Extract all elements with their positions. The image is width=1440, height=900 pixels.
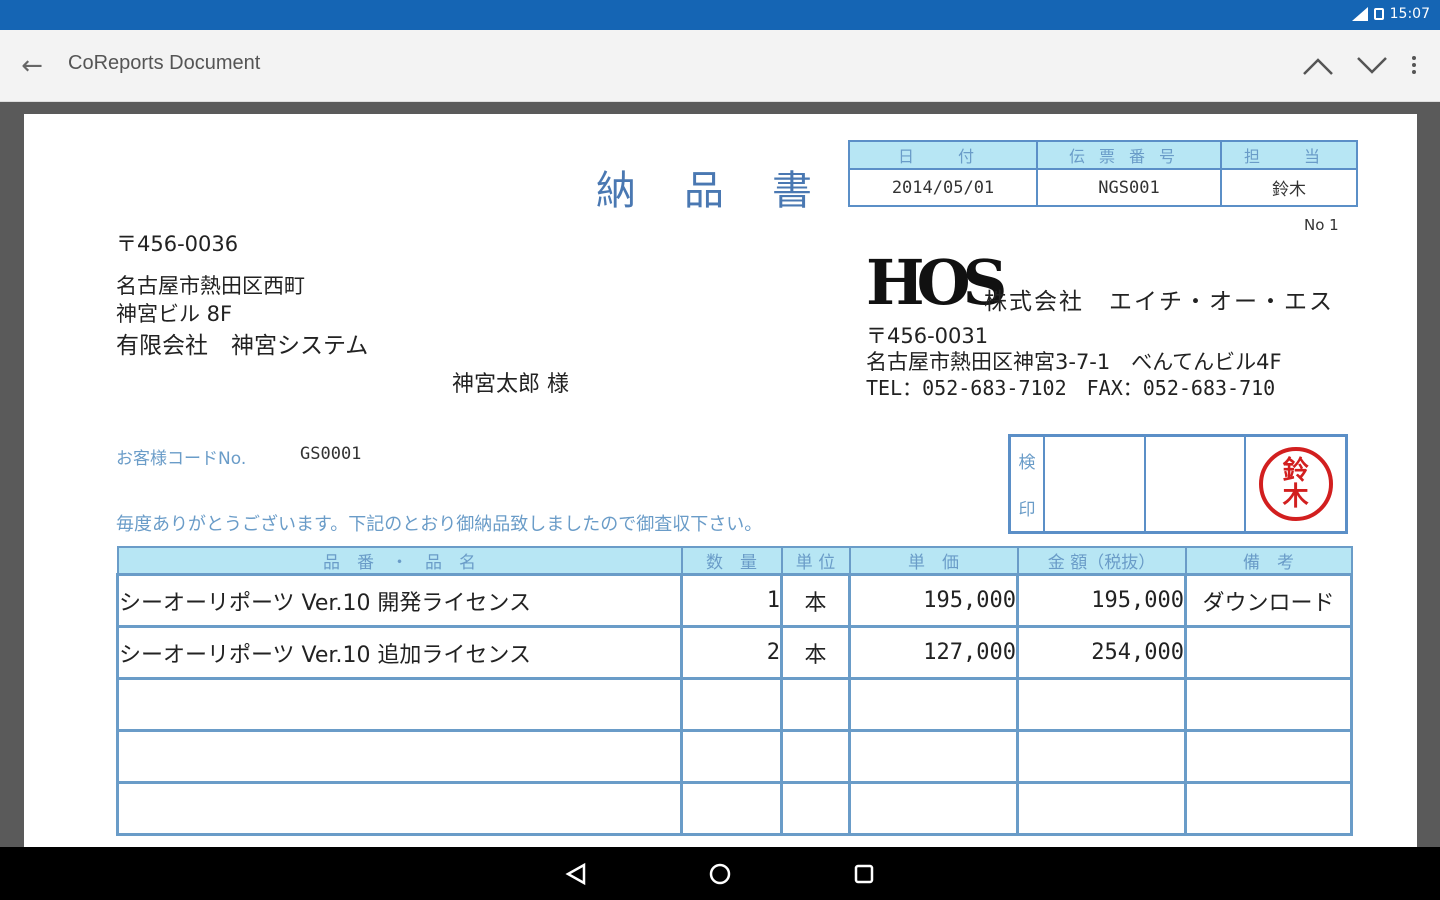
stamp-cell-3: 鈴 木 <box>1246 437 1345 531</box>
status-icons: 15:07 <box>1351 6 1430 22</box>
empty-cell <box>1184 781 1353 836</box>
chevron-down-icon <box>1357 57 1387 74</box>
triangle-back-icon <box>565 862 586 886</box>
customer-address2: 神宮ビル 8F <box>116 302 233 326</box>
item-qty: 2 <box>680 625 783 680</box>
empty-cell <box>1184 729 1353 784</box>
seal-stamp: 鈴 木 <box>1258 447 1333 521</box>
nav-home-button[interactable] <box>700 857 740 891</box>
empty-cell <box>1016 781 1187 836</box>
seal-text-top: 鈴 <box>1282 456 1309 486</box>
status-bar: 15:07 <box>0 0 1440 30</box>
empty-cell <box>116 729 683 784</box>
chevron-up-icon <box>1303 58 1333 75</box>
items-table: 品 番 ・ 品 名 数 量 単 位 単 価 金 額（税抜） 備 考 シーオーリポ… <box>116 546 1353 836</box>
item-price: 127,000 <box>848 625 1019 680</box>
empty-cell <box>848 677 1019 732</box>
item-remarks <box>1184 625 1353 680</box>
empty-cell <box>1016 729 1187 784</box>
empty-cell <box>780 677 851 732</box>
customer-person: 神宮太郎 様 <box>452 372 569 397</box>
header-col-date: 日 付 <box>848 140 1038 170</box>
document-viewer[interactable]: 納品書 日 付 伝票番号 担 当 2014/05/01 NGS001 鈴木 No… <box>0 102 1440 847</box>
circle-home-icon <box>709 863 731 885</box>
stamp-cell-1 <box>1045 437 1146 531</box>
issuer-logo: HOS <box>866 246 1007 319</box>
table-row <box>116 781 1353 836</box>
table-row <box>116 677 1353 732</box>
item-remarks: ダウンロード <box>1184 573 1353 628</box>
empty-cell <box>1184 677 1353 732</box>
empty-cell <box>780 729 851 784</box>
customer-postal: 〒456-0036 <box>116 232 239 256</box>
item-price: 195,000 <box>848 573 1019 628</box>
items-col-price: 単 価 <box>848 546 1019 576</box>
item-name: シーオーリポーツ Ver.10 開発ライセンス <box>116 573 683 628</box>
table-row: シーオーリポーツ Ver.10 追加ライセンス 2 本 127,000 254,… <box>116 625 1353 680</box>
empty-cell <box>848 729 1019 784</box>
item-amount: 254,000 <box>1016 625 1187 680</box>
item-qty: 1 <box>680 573 783 628</box>
square-recents-icon <box>854 864 874 884</box>
page-number: No 1 <box>1304 216 1339 234</box>
header-date-value: 2014/05/01 <box>848 168 1038 207</box>
customer-code-label: お客様コードNo. <box>116 449 247 469</box>
app-title: CoReports Document <box>68 52 261 74</box>
item-name: シーオーリポーツ Ver.10 追加ライセンス <box>116 625 683 680</box>
items-col-qty: 数 量 <box>680 546 783 576</box>
empty-cell <box>116 677 683 732</box>
header-table: 日 付 伝票番号 担 当 2014/05/01 NGS001 鈴木 <box>848 140 1358 207</box>
empty-cell <box>680 729 783 784</box>
greeting-text: 毎度ありがとうございます。下記のとおり御納品致しましたので御査収下さい。 <box>116 514 763 535</box>
stamp-label-bottom: 印 <box>1018 500 1036 520</box>
overflow-menu-button[interactable] <box>1394 48 1418 84</box>
signal-icon <box>1351 7 1368 21</box>
battery-icon <box>1373 8 1384 20</box>
item-unit: 本 <box>780 573 851 628</box>
status-time: 15:07 <box>1389 6 1430 22</box>
issuer-tel-fax: TEL：052-683-7102 FAX：052-683-710 <box>866 376 1276 400</box>
items-col-remarks: 備 考 <box>1184 546 1353 576</box>
back-arrow-icon[interactable]: ← <box>18 52 46 80</box>
stamp-cell-2 <box>1146 437 1247 531</box>
document-page: 納品書 日 付 伝票番号 担 当 2014/05/01 NGS001 鈴木 No… <box>24 114 1417 847</box>
empty-cell <box>680 781 783 836</box>
item-amount: 195,000 <box>1016 573 1187 628</box>
table-row: シーオーリポーツ Ver.10 開発ライセンス 1 本 195,000 195,… <box>116 573 1353 628</box>
customer-address1: 名古屋市熱田区西町 <box>116 274 305 298</box>
issuer-company: 株式会社 エイチ・オー・エス <box>984 289 1334 315</box>
document-title: 納品書 <box>596 168 860 214</box>
table-row <box>116 729 1353 784</box>
customer-code-value: GS0001 <box>300 444 362 464</box>
stamp-label: 検 印 <box>1011 437 1045 531</box>
system-nav-bar <box>0 847 1440 900</box>
nav-back-button[interactable] <box>556 857 596 891</box>
empty-cell <box>780 781 851 836</box>
empty-cell <box>848 781 1019 836</box>
app-bar: ← CoReports Document <box>0 30 1440 102</box>
nav-recents-button[interactable] <box>844 857 884 891</box>
empty-cell <box>680 677 783 732</box>
seal-text-bottom: 木 <box>1282 482 1309 512</box>
items-col-amount: 金 額（税抜） <box>1016 546 1187 576</box>
header-staff-value: 鈴木 <box>1220 168 1358 207</box>
inspection-stamp-box: 検 印 鈴 木 <box>1008 434 1348 534</box>
empty-cell <box>1016 677 1187 732</box>
next-page-button[interactable] <box>1352 48 1392 84</box>
header-col-staff: 担 当 <box>1220 140 1358 170</box>
items-col-name: 品 番 ・ 品 名 <box>116 546 683 576</box>
header-slip-value: NGS001 <box>1036 168 1222 207</box>
item-unit: 本 <box>780 625 851 680</box>
items-col-unit: 単 位 <box>780 546 851 576</box>
more-vert-icon <box>1412 56 1416 74</box>
previous-page-button[interactable] <box>1298 48 1338 84</box>
stamp-label-top: 検 <box>1018 453 1036 473</box>
header-col-slip: 伝票番号 <box>1036 140 1222 170</box>
customer-company: 有限会社 神宮システム <box>116 333 369 359</box>
empty-cell <box>116 781 683 836</box>
